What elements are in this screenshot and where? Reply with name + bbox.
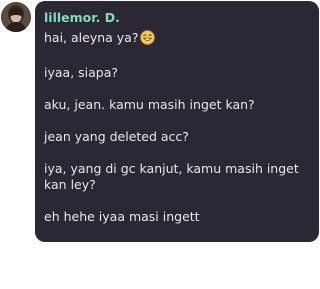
message-text: aku, jean. kamu masih inget kan? xyxy=(44,97,255,112)
avatar-image xyxy=(1,2,31,32)
message-bubble: lillemor. D. hai, aleyna ya? iyaa, siapa… xyxy=(35,1,319,242)
message-text: iya, yang di gc kanjut, kamu masih inget… xyxy=(44,161,299,192)
grinning-sweat-emoji-icon xyxy=(140,30,156,49)
message-text: iyaa, siapa? xyxy=(44,65,119,80)
message-line: iya, yang di gc kanjut, kamu masih inget… xyxy=(44,161,311,193)
message-line: hai, aleyna ya? xyxy=(44,30,311,49)
message-line: jean yang deleted acc? xyxy=(44,129,311,145)
message-text: eh hehe iyaa masi ingett xyxy=(44,209,200,224)
message-line: iyaa, siapa? xyxy=(44,65,311,81)
author-name[interactable]: lillemor. D. xyxy=(44,10,311,26)
chat-canvas: lillemor. D. hai, aleyna ya? iyaa, siapa… xyxy=(0,0,320,289)
message-line: eh hehe iyaa masi ingett xyxy=(44,209,311,225)
message-line: aku, jean. kamu masih inget kan? xyxy=(44,97,311,113)
avatar[interactable] xyxy=(1,2,31,32)
message-text: hai, aleyna ya? xyxy=(44,30,139,45)
message-text: jean yang deleted acc? xyxy=(44,129,189,144)
